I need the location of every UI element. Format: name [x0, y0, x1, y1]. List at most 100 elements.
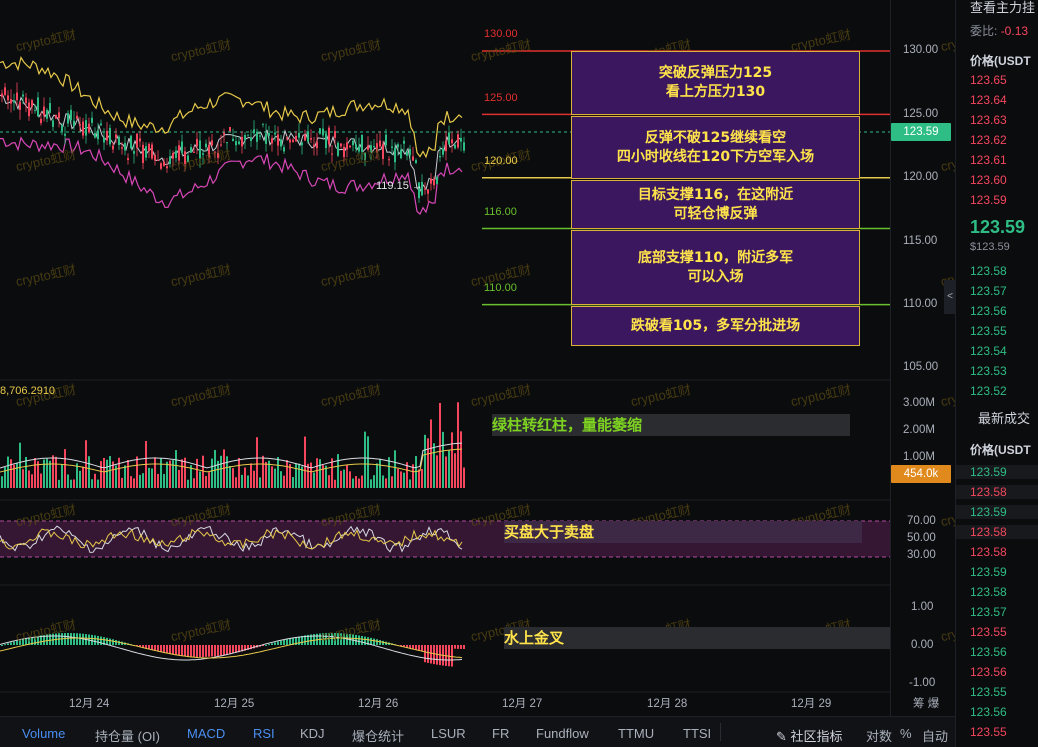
- candle-body: [265, 133, 267, 144]
- candle-body: [196, 139, 198, 147]
- volume-bar: [172, 460, 174, 488]
- ask-row: 123.64: [970, 93, 1007, 107]
- tab-ttsi[interactable]: TTSI: [683, 726, 711, 741]
- show-main-orders-link[interactable]: 查看主力挂: [970, 0, 1035, 16]
- ask-row: 123.60: [970, 173, 1007, 187]
- tab-macd[interactable]: MACD: [187, 726, 225, 741]
- candle-body: [244, 135, 246, 141]
- volume-bar: [127, 459, 129, 488]
- volume-bar: [61, 464, 63, 488]
- volume-bar: [271, 466, 273, 488]
- auto-scale-toggle[interactable]: 自动: [922, 726, 948, 745]
- tab-kdj[interactable]: KDJ: [300, 726, 325, 741]
- macd-bar: [100, 636, 102, 645]
- tab-fr[interactable]: FR: [492, 726, 509, 741]
- volume-bar: [298, 463, 300, 488]
- tab-ttmu[interactable]: TTMU: [618, 726, 654, 741]
- tab-lsur[interactable]: LSUR: [431, 726, 466, 741]
- volume-bar: [67, 474, 69, 488]
- volume-bar: [55, 456, 57, 488]
- candle-body: [28, 102, 30, 117]
- volume-bar: [34, 457, 36, 488]
- candle-body: [85, 120, 87, 136]
- volume-bar: [124, 465, 126, 488]
- volume-bar: [82, 466, 84, 488]
- volume-bar: [244, 467, 246, 488]
- macd-bar: [232, 645, 234, 654]
- candle-body: [424, 188, 426, 190]
- volume-bar: [16, 462, 18, 488]
- macd-bar: [70, 633, 72, 645]
- tab-rsi[interactable]: RSI: [253, 726, 275, 741]
- macd-bar: [163, 645, 165, 653]
- community-indicator-button[interactable]: ✎ 社区指标: [776, 726, 843, 745]
- candle-body: [316, 141, 318, 149]
- macd-bar: [379, 640, 381, 645]
- candle-body: [64, 133, 66, 136]
- candle-body: [61, 125, 63, 132]
- candle-body: [7, 95, 9, 101]
- volume-bar: [238, 457, 240, 488]
- candle-body: [331, 153, 333, 155]
- candle-body: [214, 151, 216, 154]
- volume-bar: [160, 457, 162, 488]
- candle-body: [397, 144, 399, 148]
- volume-banner: 绿柱转红柱，量能萎缩: [492, 414, 850, 436]
- candle-body: [166, 166, 168, 169]
- macd-bar: [112, 639, 114, 645]
- candle-body: [94, 133, 96, 138]
- volume-bar: [364, 431, 366, 488]
- candle-body: [211, 140, 213, 146]
- trade-row: 123.55: [970, 685, 1007, 699]
- candle-body: [55, 114, 57, 119]
- axis-extra-text[interactable]: 筹 爆: [913, 695, 939, 711]
- macd-bar: [289, 638, 291, 645]
- volume-bar: [73, 479, 75, 488]
- volume-bar: [418, 469, 420, 488]
- candle-body: [280, 139, 282, 147]
- candle-body: [412, 156, 414, 161]
- price-axis[interactable]: 130.00 125.00 120.00 115.00 110.00 105.0…: [890, 0, 955, 716]
- macd-bar: [331, 633, 333, 645]
- tab-fundflow[interactable]: Fundflow: [536, 726, 589, 741]
- macd-bar: [451, 645, 453, 667]
- candle-body: [322, 128, 324, 136]
- candle-body: [463, 142, 465, 151]
- candle-body: [226, 142, 228, 144]
- trade-row: 123.56: [970, 665, 1007, 679]
- percent-scale-toggle[interactable]: %: [900, 726, 912, 741]
- volume-bar: [397, 468, 399, 488]
- candle-body: [130, 135, 132, 149]
- trade-row: 123.57: [970, 605, 1007, 619]
- candle-body: [328, 127, 330, 145]
- candle-body: [433, 178, 435, 186]
- price-tick: 110.00: [903, 298, 938, 310]
- tab-open-interest[interactable]: 持仓量 (OI): [95, 726, 160, 745]
- volume-bar: [358, 478, 360, 488]
- trade-row: 123.56: [970, 645, 1007, 659]
- candle-body: [298, 132, 300, 138]
- macd-bar: [280, 640, 282, 645]
- macd-bar: [376, 639, 378, 645]
- candle-body: [403, 140, 405, 144]
- tab-volume[interactable]: Volume: [22, 726, 65, 741]
- tab-liquidation-stats[interactable]: 爆仓统计: [352, 726, 404, 745]
- log-scale-toggle[interactable]: 对数: [866, 726, 892, 745]
- volume-bar: [136, 456, 138, 488]
- macd-bar: [196, 645, 198, 657]
- ask-row: 123.63: [970, 113, 1007, 127]
- volume-bar: [373, 475, 375, 488]
- chart-area[interactable]: crypto虹财 crypto虹财 crypto虹财 crypto虹财 crypto虹财…: [0, 0, 1003, 716]
- candle-body: [445, 140, 447, 152]
- candle-body: [1, 93, 3, 97]
- trade-row: 123.58: [956, 485, 1038, 499]
- mid-price-usd: $123.59: [970, 241, 1010, 253]
- volume-bar: [22, 469, 24, 488]
- macd-bar: [424, 645, 426, 663]
- ask-row: 123.62: [970, 133, 1007, 147]
- macd-bar: [223, 645, 225, 656]
- macd-bar: [364, 636, 366, 645]
- volume-bar: [1, 476, 3, 488]
- volume-bar: [154, 457, 156, 488]
- latest-trades-header[interactable]: 最新成交: [978, 408, 1030, 427]
